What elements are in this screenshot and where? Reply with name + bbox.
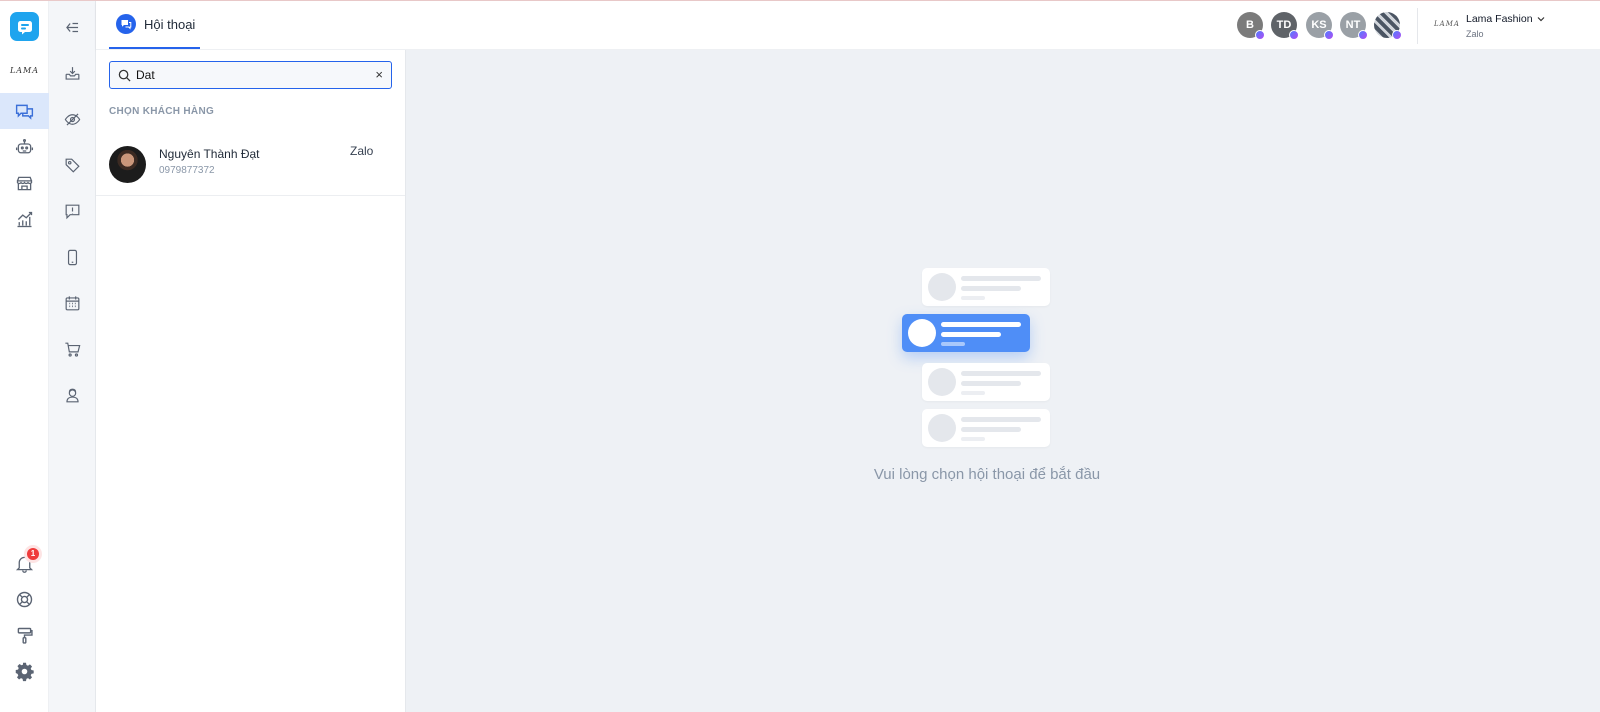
illustration-card [922, 268, 1050, 306]
page-avatar[interactable]: NT [1340, 12, 1368, 40]
lifebuoy-icon [16, 591, 33, 607]
rail-item-analytics[interactable] [0, 201, 49, 237]
customer-search-box: × [109, 61, 392, 89]
side2-item-inbox[interactable] [49, 58, 96, 88]
user-headset-icon [66, 388, 79, 402]
paint-roller-icon [17, 627, 33, 644]
chevron-down-icon [1537, 17, 1544, 22]
message-alert-icon [65, 204, 80, 219]
customer-channel: Zalo [350, 144, 374, 158]
clear-search-button[interactable]: × [375, 67, 383, 82]
customer-search-panel: × CHỌN KHÁCH HÀNG Nguyên Thành Đạt 09798… [96, 50, 406, 712]
empty-state-message: Vui lòng chọn hội thoại để bắt đầu [873, 466, 1101, 483]
secondary-sidebar [49, 1, 96, 712]
header-divider [1417, 8, 1418, 44]
page-avatar[interactable]: TD [1271, 12, 1299, 40]
rail-item-store[interactable] [0, 165, 49, 201]
illustration-card-highlighted [902, 314, 1030, 352]
account-switcher[interactable]: Lama Fashion [1466, 13, 1545, 25]
top-header: Hội thoại B TD KS NT LAMA Lama Fashion Z… [96, 1, 1600, 50]
eye-off-icon [64, 113, 81, 125]
page-avatar[interactable]: B [1237, 12, 1265, 40]
side2-item-mobile[interactable] [49, 242, 96, 272]
tag-icon [65, 158, 80, 173]
account-logo: LAMA [1434, 20, 1460, 28]
messenger-badge-icon [1255, 30, 1265, 40]
side2-item-reports[interactable] [49, 196, 96, 226]
customer-avatar [109, 146, 146, 183]
rail-item-help[interactable] [0, 581, 49, 617]
mobile-phone-icon [67, 249, 78, 265]
customer-list-item[interactable]: Nguyên Thành Đạt 0979877372 Zalo [96, 132, 405, 196]
rail-item-customize[interactable] [0, 617, 49, 653]
robot-icon [15, 138, 34, 153]
page-avatar[interactable] [1374, 12, 1402, 40]
messenger-badge-icon [1324, 30, 1334, 40]
side2-item-staff[interactable] [49, 380, 96, 410]
inbox-download-icon [65, 66, 80, 80]
main-rail: LAMA 1 [0, 1, 49, 712]
section-title: CHỌN KHÁCH HÀNG [109, 106, 215, 117]
calendar-icon [65, 295, 80, 310]
app-logo-icon[interactable] [10, 12, 39, 41]
collapse-sidebar-button[interactable] [49, 12, 96, 42]
messenger-badge-icon [1358, 30, 1368, 40]
chat-bubbles-icon [15, 104, 34, 120]
rail-item-settings[interactable] [0, 653, 49, 689]
side2-item-tags[interactable] [49, 150, 96, 180]
conversation-area: Vui lòng chọn hội thoại để bắt đầu [406, 50, 1600, 712]
account-channel: Zalo [1466, 29, 1484, 39]
messenger-badge-icon [1289, 30, 1299, 40]
gear-icon [15, 662, 34, 681]
chart-growth-icon [17, 211, 33, 227]
tab-conversations-label: Hội thoại [144, 16, 196, 32]
brand-logo[interactable]: LAMA [0, 66, 49, 75]
collapse-left-icon [66, 22, 79, 32]
conversation-tab-icon [116, 14, 136, 34]
store-icon [16, 176, 33, 190]
customer-name: Nguyên Thành Đạt [159, 147, 260, 161]
shopping-cart-icon [65, 342, 81, 357]
tab-conversations[interactable]: Hội thoại [109, 1, 200, 49]
search-icon [118, 69, 131, 82]
side2-item-calendar[interactable] [49, 288, 96, 318]
rail-item-conversations[interactable] [0, 93, 49, 129]
notification-badge: 1 [27, 548, 39, 560]
page-avatar[interactable]: KS [1306, 12, 1334, 40]
account-name: Lama Fashion [1466, 13, 1533, 25]
rail-item-notifications[interactable]: 1 [0, 545, 49, 581]
illustration-card [922, 363, 1050, 401]
empty-conversation-illustration [902, 268, 1062, 458]
illustration-card [922, 409, 1050, 447]
side2-item-orders[interactable] [49, 334, 96, 364]
rail-item-bot[interactable] [0, 129, 49, 165]
customer-phone: 0979877372 [159, 165, 215, 176]
search-input[interactable] [136, 65, 366, 85]
side2-item-hidden[interactable] [49, 104, 96, 134]
messenger-badge-icon [1392, 30, 1402, 40]
